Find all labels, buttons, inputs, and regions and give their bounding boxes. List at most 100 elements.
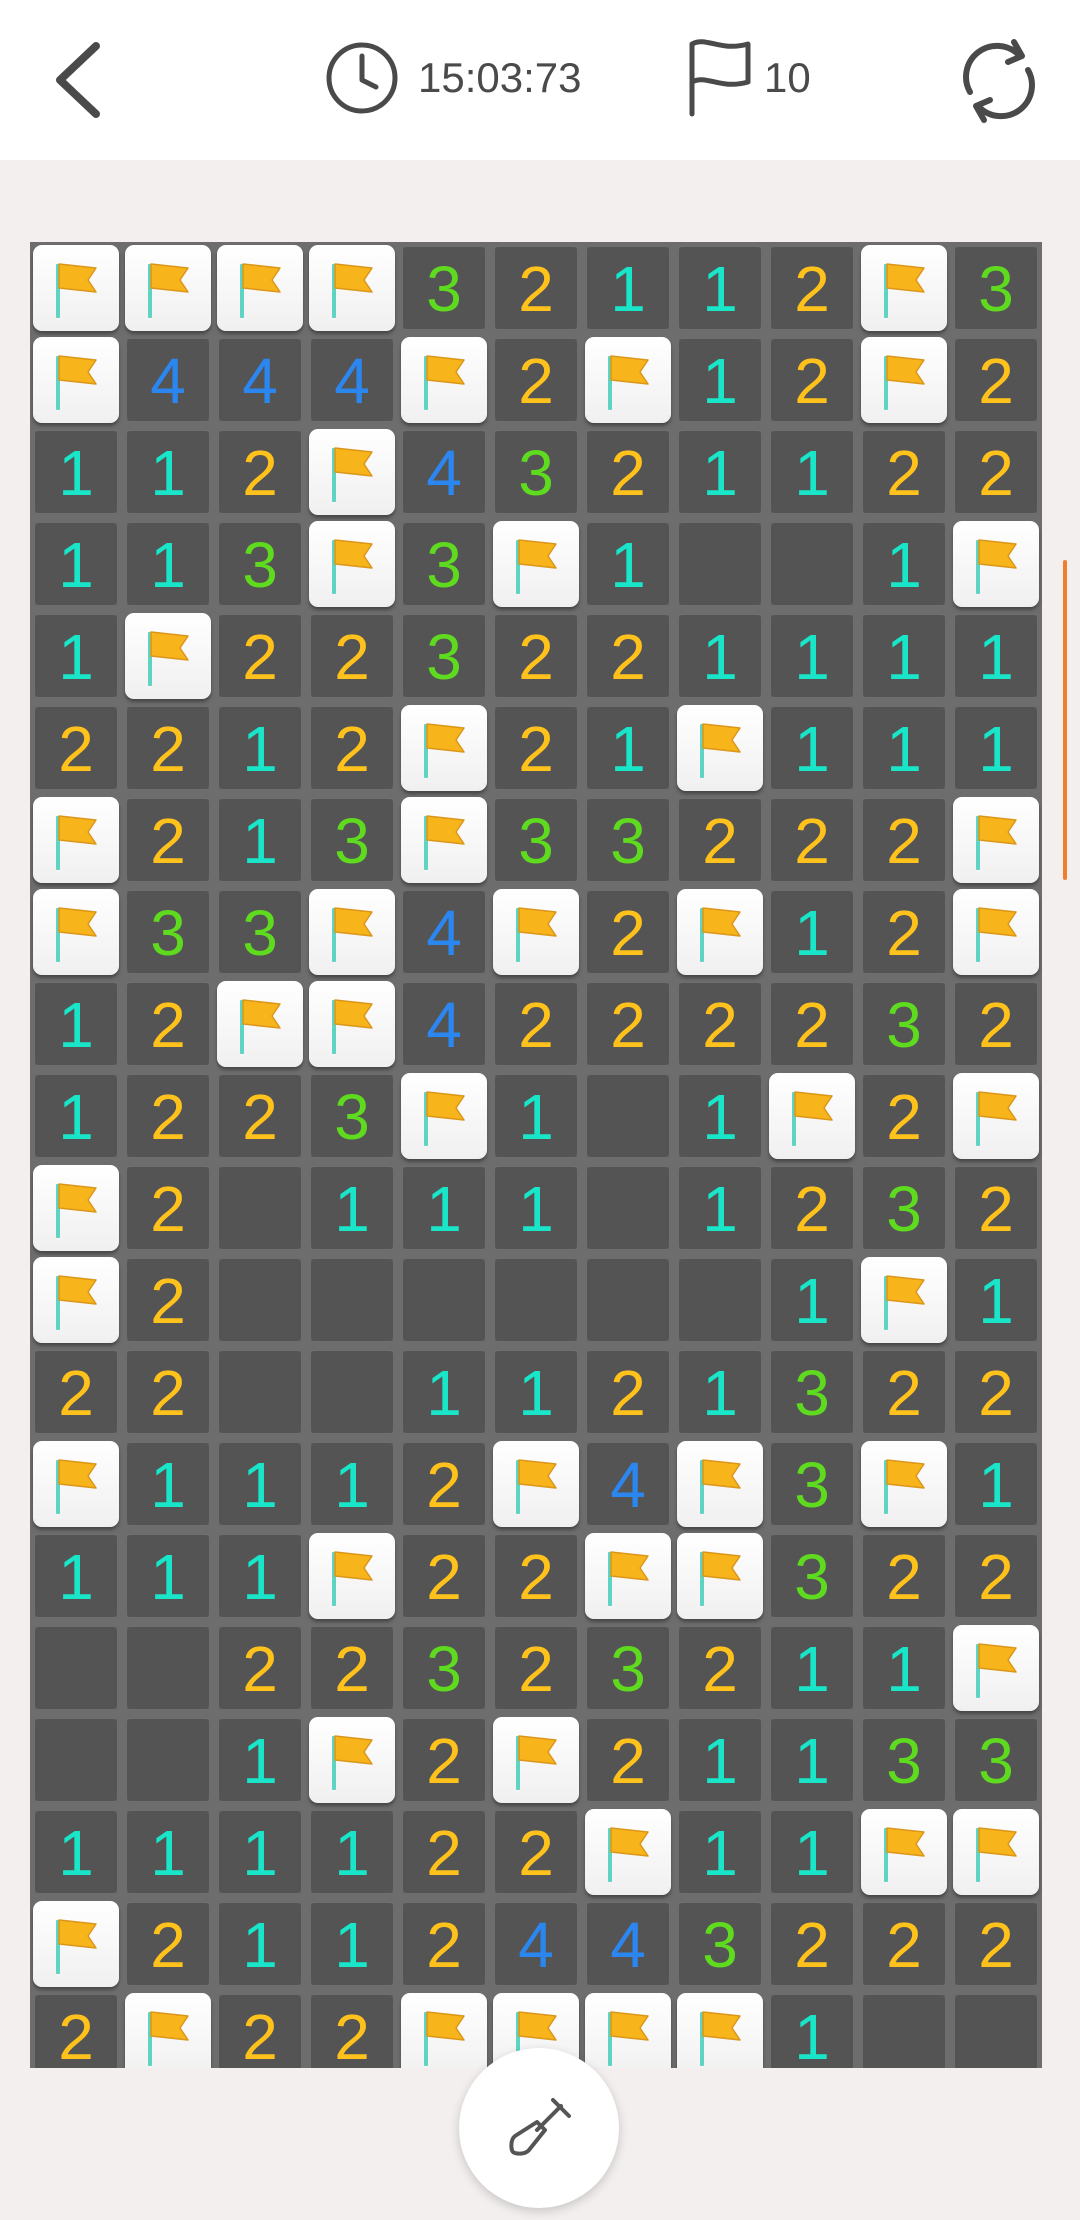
flagged-tile[interactable] [214, 242, 306, 334]
flagged-tile[interactable] [950, 1806, 1042, 1898]
flagged-tile[interactable] [858, 1438, 950, 1530]
empty-tile[interactable] [490, 1254, 582, 1346]
vertical-scrollbar[interactable] [1063, 560, 1067, 880]
flagged-tile[interactable] [30, 334, 122, 426]
number-tile[interactable]: 2 [490, 242, 582, 334]
number-tile[interactable]: 4 [582, 1898, 674, 1990]
flagged-tile[interactable] [30, 1162, 122, 1254]
number-tile[interactable]: 1 [950, 1438, 1042, 1530]
flagged-tile[interactable] [30, 1254, 122, 1346]
flagged-tile[interactable] [306, 1530, 398, 1622]
number-tile[interactable]: 4 [306, 334, 398, 426]
flagged-tile[interactable] [306, 886, 398, 978]
number-tile[interactable]: 2 [950, 1346, 1042, 1438]
number-tile[interactable]: 3 [950, 1714, 1042, 1806]
flagged-tile[interactable] [30, 1438, 122, 1530]
number-tile[interactable]: 2 [858, 1898, 950, 1990]
empty-tile[interactable] [214, 1162, 306, 1254]
flagged-tile[interactable] [398, 1070, 490, 1162]
number-tile[interactable]: 1 [950, 1254, 1042, 1346]
number-tile[interactable]: 2 [490, 1622, 582, 1714]
number-tile[interactable]: 2 [306, 610, 398, 702]
empty-tile[interactable] [582, 1162, 674, 1254]
number-tile[interactable]: 2 [582, 426, 674, 518]
number-tile[interactable]: 2 [582, 886, 674, 978]
number-tile[interactable]: 2 [674, 978, 766, 1070]
flagged-tile[interactable] [674, 886, 766, 978]
number-tile[interactable]: 2 [306, 1622, 398, 1714]
number-tile[interactable]: 3 [766, 1346, 858, 1438]
number-tile[interactable]: 4 [490, 1898, 582, 1990]
number-tile[interactable]: 3 [858, 1162, 950, 1254]
number-tile[interactable]: 2 [766, 242, 858, 334]
number-tile[interactable]: 1 [30, 610, 122, 702]
number-tile[interactable]: 1 [674, 1070, 766, 1162]
flagged-tile[interactable] [306, 426, 398, 518]
flagged-tile[interactable] [858, 1254, 950, 1346]
flagged-tile[interactable] [122, 242, 214, 334]
number-tile[interactable]: 2 [490, 610, 582, 702]
flagged-tile[interactable] [306, 1714, 398, 1806]
number-tile[interactable]: 2 [122, 1346, 214, 1438]
number-tile[interactable]: 2 [950, 1898, 1042, 1990]
number-tile[interactable]: 2 [398, 1530, 490, 1622]
number-tile[interactable]: 1 [674, 1714, 766, 1806]
number-tile[interactable]: 2 [122, 1070, 214, 1162]
number-tile[interactable]: 1 [950, 702, 1042, 794]
number-tile[interactable]: 2 [122, 702, 214, 794]
flagged-tile[interactable] [674, 1990, 766, 2068]
number-tile[interactable]: 2 [950, 1162, 1042, 1254]
number-tile[interactable]: 2 [582, 1714, 674, 1806]
flagged-tile[interactable] [858, 242, 950, 334]
flagged-tile[interactable] [582, 1530, 674, 1622]
number-tile[interactable]: 1 [766, 1990, 858, 2068]
empty-tile[interactable] [950, 1990, 1042, 2068]
number-tile[interactable]: 2 [398, 1898, 490, 1990]
empty-tile[interactable] [674, 518, 766, 610]
number-tile[interactable]: 2 [122, 1162, 214, 1254]
number-tile[interactable]: 2 [858, 1530, 950, 1622]
number-tile[interactable]: 1 [674, 1806, 766, 1898]
number-tile[interactable]: 2 [858, 794, 950, 886]
number-tile[interactable]: 1 [214, 794, 306, 886]
flagged-tile[interactable] [30, 886, 122, 978]
empty-tile[interactable] [306, 1346, 398, 1438]
empty-tile[interactable] [122, 1714, 214, 1806]
number-tile[interactable]: 3 [214, 518, 306, 610]
number-tile[interactable]: 3 [398, 518, 490, 610]
number-tile[interactable]: 1 [766, 426, 858, 518]
number-tile[interactable]: 1 [306, 1898, 398, 1990]
number-tile[interactable]: 2 [582, 978, 674, 1070]
empty-tile[interactable] [30, 1714, 122, 1806]
number-tile[interactable]: 3 [306, 794, 398, 886]
number-tile[interactable]: 1 [582, 242, 674, 334]
number-tile[interactable]: 3 [766, 1438, 858, 1530]
number-tile[interactable]: 1 [674, 242, 766, 334]
number-tile[interactable]: 1 [30, 1070, 122, 1162]
number-tile[interactable]: 3 [490, 426, 582, 518]
number-tile[interactable]: 1 [214, 702, 306, 794]
number-tile[interactable]: 1 [950, 610, 1042, 702]
number-tile[interactable]: 1 [306, 1162, 398, 1254]
number-tile[interactable]: 1 [766, 702, 858, 794]
number-tile[interactable]: 1 [30, 426, 122, 518]
flagged-tile[interactable] [398, 1990, 490, 2068]
flagged-tile[interactable] [490, 1438, 582, 1530]
number-tile[interactable]: 1 [858, 1622, 950, 1714]
empty-tile[interactable] [30, 1622, 122, 1714]
flagged-tile[interactable] [858, 334, 950, 426]
number-tile[interactable]: 1 [766, 1622, 858, 1714]
number-tile[interactable]: 1 [30, 518, 122, 610]
number-tile[interactable]: 2 [214, 1070, 306, 1162]
number-tile[interactable]: 3 [398, 242, 490, 334]
number-tile[interactable]: 1 [30, 1530, 122, 1622]
number-tile[interactable]: 2 [122, 978, 214, 1070]
number-tile[interactable]: 1 [766, 1806, 858, 1898]
number-tile[interactable]: 2 [306, 702, 398, 794]
flagged-tile[interactable] [582, 1806, 674, 1898]
flagged-tile[interactable] [950, 886, 1042, 978]
number-tile[interactable]: 1 [122, 1806, 214, 1898]
number-tile[interactable]: 2 [858, 886, 950, 978]
flagged-tile[interactable] [398, 794, 490, 886]
number-tile[interactable]: 1 [674, 426, 766, 518]
